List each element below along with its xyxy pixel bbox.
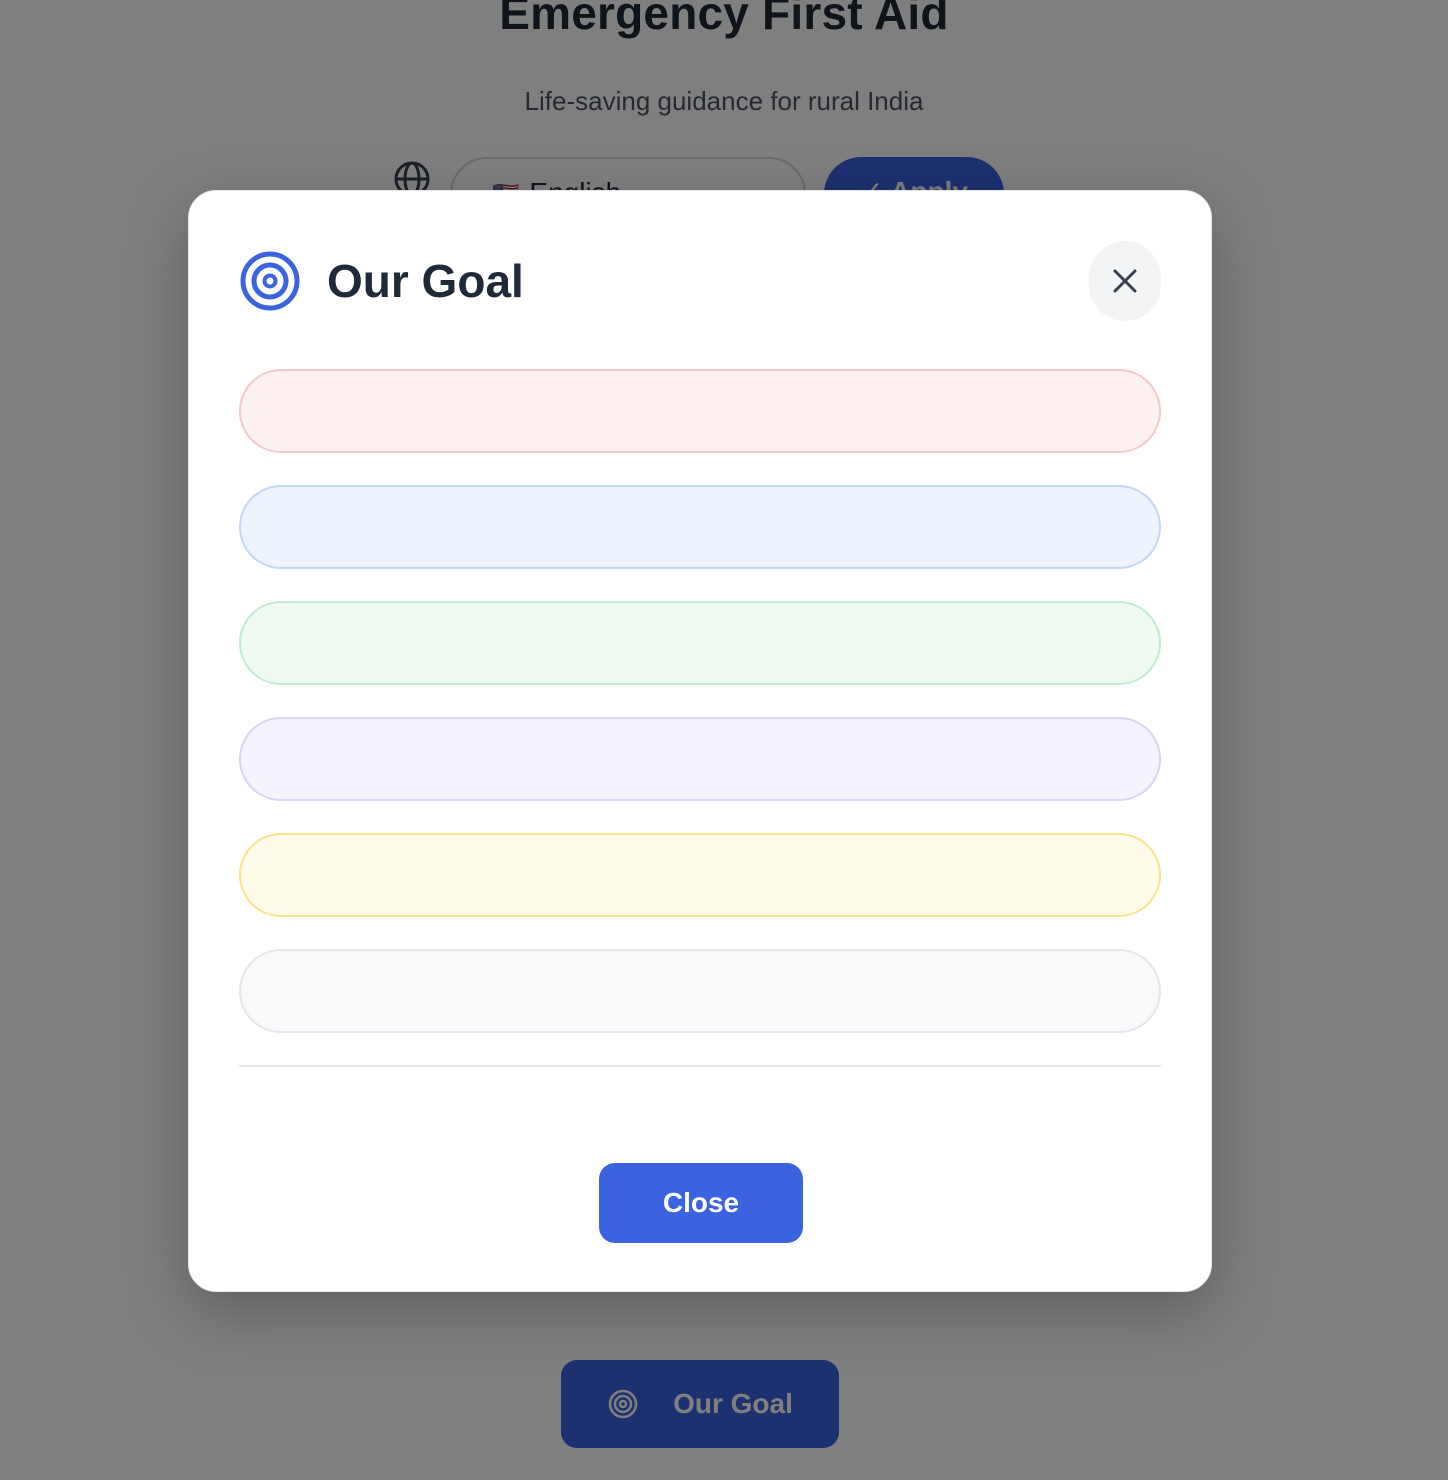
goal-item — [239, 949, 1161, 1033]
our-goal-modal: Our Goal Close — [188, 190, 1212, 1292]
goal-item — [239, 485, 1161, 569]
app-page: Emergency First Aid Life-saving guidance… — [0, 0, 1448, 1480]
target-icon — [240, 251, 300, 311]
goal-list — [239, 369, 1161, 1065]
close-button[interactable]: Close — [599, 1163, 803, 1243]
goal-item — [239, 717, 1161, 801]
modal-title: Our Goal — [327, 255, 524, 307]
close-icon — [1113, 269, 1137, 293]
goal-item — [239, 833, 1161, 917]
goal-item — [239, 601, 1161, 685]
modal-header: Our Goal — [239, 241, 1161, 321]
close-modal-button[interactable] — [1089, 241, 1161, 321]
divider — [239, 1065, 1161, 1067]
goal-item — [239, 369, 1161, 453]
